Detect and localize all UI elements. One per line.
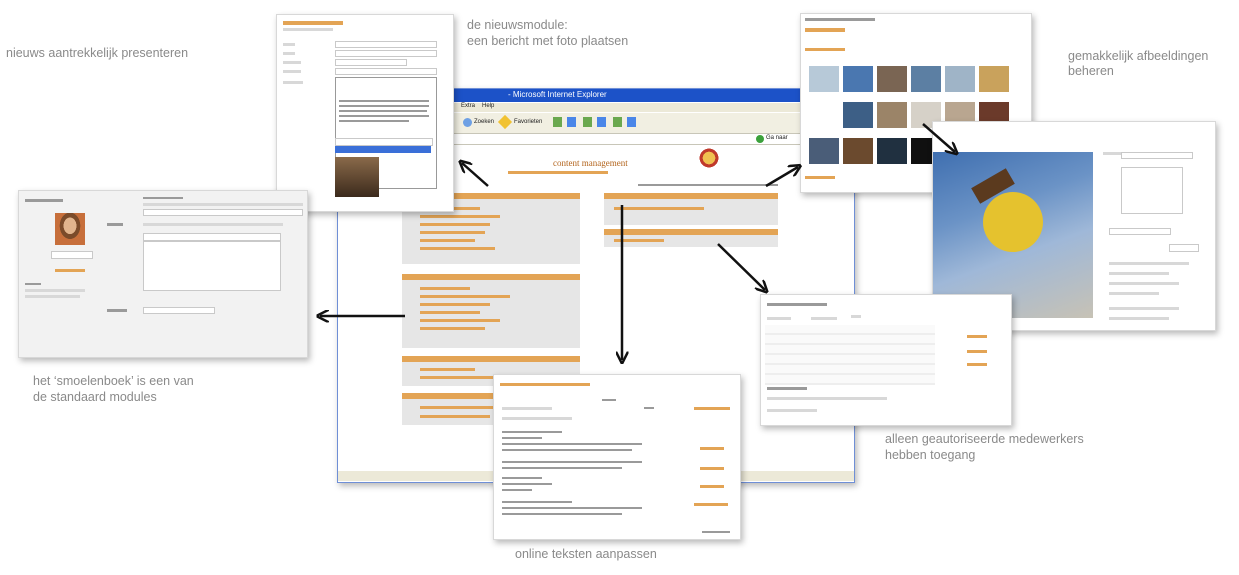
- search-label: Zoeken: [474, 119, 495, 125]
- caption-news-module-2: een bericht met foto plaatsen: [467, 34, 629, 48]
- favorites-label: Favorieten: [514, 119, 543, 125]
- caption-news-attractive: nieuws aantrekkelijk presenteren: [6, 46, 189, 60]
- search-button[interactable]: [463, 118, 472, 127]
- caption-images-2: beheren: [1068, 64, 1114, 78]
- news-photo: [335, 157, 379, 197]
- caption-authorized-2: hebben toegang: [885, 448, 976, 462]
- go-label[interactable]: Ga naar: [766, 135, 788, 141]
- site-logo-mark: [698, 147, 720, 169]
- news-module-window: [276, 14, 454, 212]
- caption-smoelenboek-2: de standaard modules: [33, 390, 157, 404]
- caption-online-texts: online teksten aanpassen: [515, 547, 657, 561]
- caption-images-1: gemakkelijk afbeeldingen: [1068, 49, 1209, 63]
- ie-menu-help[interactable]: Help: [482, 103, 494, 109]
- text-editor-window: [493, 374, 741, 540]
- smoelenboek-window: [18, 190, 308, 358]
- caption-news-module-1: de nieuwsmodule:: [467, 18, 568, 32]
- site-logo: content management: [553, 158, 628, 168]
- caption-smoelenboek-1: het ‘smoelenboek’ is een van: [33, 374, 194, 388]
- ie-menu-extra[interactable]: Extra: [461, 103, 475, 109]
- caption-authorized-1: alleen geautoriseerde medewerkers: [885, 432, 1084, 446]
- person-photo: [55, 213, 85, 245]
- users-window: [760, 294, 1012, 426]
- ie-title: - Microsoft Internet Explorer: [508, 90, 607, 99]
- toolbar-icons[interactable]: [553, 117, 643, 127]
- go-icon[interactable]: [756, 135, 764, 143]
